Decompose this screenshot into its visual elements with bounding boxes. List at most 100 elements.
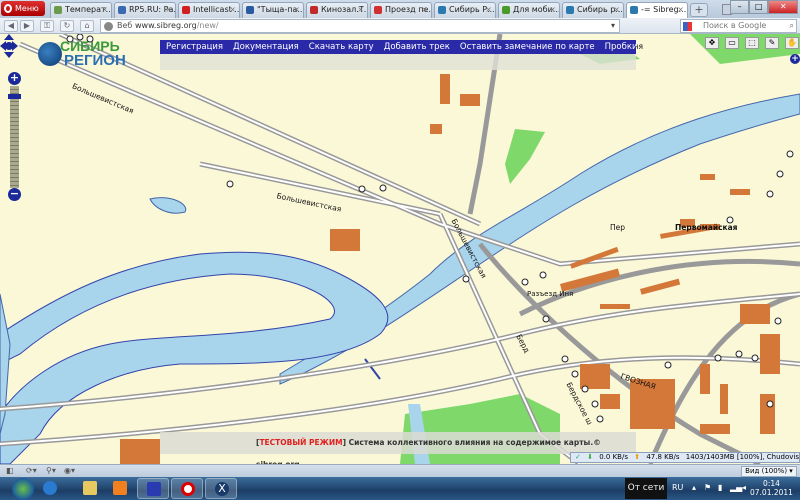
browser-tab[interactable]: RP5.RU: Ра... × <box>114 2 176 18</box>
site-menu-item[interactable]: Пробки <box>605 40 636 54</box>
area-tool-icon[interactable]: ▭ <box>725 37 739 49</box>
volume-icon[interactable]: ◂ <box>742 483 746 492</box>
browser-tab[interactable]: -= Sibreg... × <box>626 2 688 19</box>
site-menu-item[interactable]: Добавить трек <box>384 40 450 54</box>
home-button[interactable]: ⌂ <box>80 20 94 32</box>
pan-tool-icon[interactable]: ✥ <box>705 37 719 49</box>
draw-tool-icon[interactable]: ✎ <box>765 37 779 49</box>
tab-close-icon[interactable]: × <box>293 3 300 17</box>
tray-expand-icon[interactable]: ▴ <box>692 483 696 492</box>
new-tab-button[interactable]: + <box>690 3 708 17</box>
browser-tab[interactable]: "Тыща-па... × <box>242 2 304 18</box>
check-icon: ✓ <box>575 453 581 461</box>
browser-tab[interactable]: Для моби... × <box>498 2 560 18</box>
zoom-slider[interactable] <box>10 86 19 188</box>
map-tools: ✥ ▭ ⬚ ✎ ✋ <box>705 37 799 49</box>
polygon-tool-icon[interactable]: ⬚ <box>745 37 759 49</box>
maximize-button[interactable]: □ <box>749 0 769 14</box>
site-logo[interactable]: СИБИРЬ РЕГИОН <box>38 38 138 70</box>
site-menu: Регистрация Документация Скачать карту Доба… <box>160 40 636 54</box>
pan-down-icon <box>4 52 14 58</box>
signal-icon[interactable]: ▂▄ <box>730 483 742 492</box>
tab-close-icon[interactable]: × <box>165 3 172 17</box>
taskbar-x-app[interactable]: X <box>205 478 237 499</box>
browser-tab[interactable]: Сибирь Р... × <box>434 2 496 18</box>
logo-line2: РЕГИОН <box>64 52 126 69</box>
tab-favicon-icon <box>630 6 638 14</box>
tab-favicon-icon <box>374 6 382 14</box>
map-canvas[interactable]: Большевистская Большевистская Большевист… <box>0 34 800 464</box>
action-center-flag-icon[interactable]: ⚑ <box>704 483 711 492</box>
reload-button[interactable]: ↻ <box>60 20 74 32</box>
search-icon[interactable]: ⌕ <box>790 20 794 32</box>
tab-favicon-icon <box>246 6 254 14</box>
tab-close-icon[interactable]: × <box>229 3 236 17</box>
street-label: Пер <box>610 223 626 232</box>
browser-tab[interactable]: Проезд пе... × <box>370 2 432 18</box>
tab-favicon-icon <box>438 6 446 14</box>
browser-tab[interactable]: Intellicast ... × <box>178 2 240 18</box>
turbo-icon[interactable]: ⚲▾ <box>46 466 56 476</box>
taskbar-explorer[interactable] <box>74 478 106 499</box>
wand-key-icon[interactable]: ⚿ <box>40 20 54 32</box>
taskbar-ie[interactable] <box>34 478 66 499</box>
street-label: Первомайская <box>675 223 738 232</box>
tab-favicon-icon <box>566 6 574 14</box>
transfer-info: 1403/1403MB [100%], Chudovische.1 <box>685 453 799 461</box>
tab-favicon-icon <box>182 6 190 14</box>
site-menu-item[interactable]: Оставить замечание по карте <box>460 40 595 54</box>
power-icon[interactable]: ▮ <box>718 483 722 492</box>
browser-tab[interactable]: Температ... × <box>50 2 112 18</box>
pan-control[interactable] <box>0 34 18 58</box>
site-menu-item[interactable]: Регистрация <box>166 40 223 54</box>
minimize-button[interactable]: – <box>730 0 750 14</box>
map-graphics <box>0 34 800 464</box>
clock[interactable]: 0:14 07.01.2011 <box>750 479 793 497</box>
tab-close-icon[interactable]: × <box>613 3 620 17</box>
transfer-status[interactable]: ✓ ⬇ 0.0 KB/s ⬆ 47.8 KB/s 1403/1403MB [10… <box>570 452 800 463</box>
tab-close-icon[interactable]: × <box>677 3 684 17</box>
taskbar-media-player[interactable] <box>104 478 136 499</box>
start-button[interactable] <box>12 478 34 500</box>
site-menu-item[interactable]: Документация <box>233 40 299 54</box>
tab-close-icon[interactable]: × <box>421 3 428 17</box>
back-button[interactable]: ◀ <box>4 20 18 32</box>
sync-icon[interactable]: ⟳▾ <box>26 466 37 476</box>
panel-toggle-icon[interactable]: ◧ <box>6 466 14 476</box>
close-window-button[interactable]: ✕ <box>768 0 798 14</box>
unite-icon[interactable]: ◉▾ <box>64 466 75 476</box>
opera-menu-button[interactable]: Меню <box>1 1 45 16</box>
language-indicator[interactable]: RU <box>672 483 683 492</box>
layers-plus-button[interactable]: + <box>790 54 800 64</box>
view-zoom-button[interactable]: Вид (100%) ▾ <box>741 466 797 477</box>
tab-bar: Меню Температ... × RP5.RU: Ра... × Intellica… <box>0 0 800 19</box>
url-path: /new/ <box>196 21 219 30</box>
download-speed: 0.0 KB/s <box>599 453 628 461</box>
upload-icon: ⬆ <box>634 453 641 461</box>
taskbar: X От сети RU ▴ ⚑ ▮ ▂▄ ◂ 0:14 07.01.2011 <box>0 477 800 500</box>
browser-tab[interactable]: Сибирь р... × <box>562 2 624 18</box>
tab-close-icon[interactable]: × <box>357 3 364 17</box>
tab-favicon-icon <box>54 6 62 14</box>
zoom-handle[interactable] <box>8 94 21 99</box>
search-field[interactable]: Поиск в Google ⌕ <box>680 19 797 33</box>
taskbar-save-app[interactable] <box>137 478 169 499</box>
forward-button[interactable]: ▶ <box>20 20 34 32</box>
tab-favicon-icon <box>118 6 126 14</box>
site-menu-item[interactable]: Скачать карту <box>309 40 374 54</box>
clock-time: 0:14 <box>763 479 780 488</box>
zoom-in-button[interactable]: + <box>8 72 21 85</box>
zoom-out-button[interactable]: − <box>8 188 21 201</box>
tab-close-icon[interactable]: × <box>549 3 556 17</box>
network-offline-button[interactable]: От сети <box>625 478 667 499</box>
search-placeholder: Поиск в Google <box>703 21 767 30</box>
view-zoom-label: Вид (100%) <box>745 467 788 475</box>
tab-close-icon[interactable]: × <box>485 3 492 17</box>
address-field[interactable]: Веб www.sibreg.org/new/ ▾ <box>100 19 620 33</box>
hand-tool-icon[interactable]: ✋ <box>785 37 799 49</box>
address-dropdown-icon[interactable]: ▾ <box>611 20 615 32</box>
browser-tab[interactable]: Кинозал.Т... × <box>306 2 368 18</box>
globe-icon <box>104 22 113 31</box>
tab-close-icon[interactable]: × <box>101 3 108 17</box>
taskbar-opera[interactable] <box>171 478 203 499</box>
